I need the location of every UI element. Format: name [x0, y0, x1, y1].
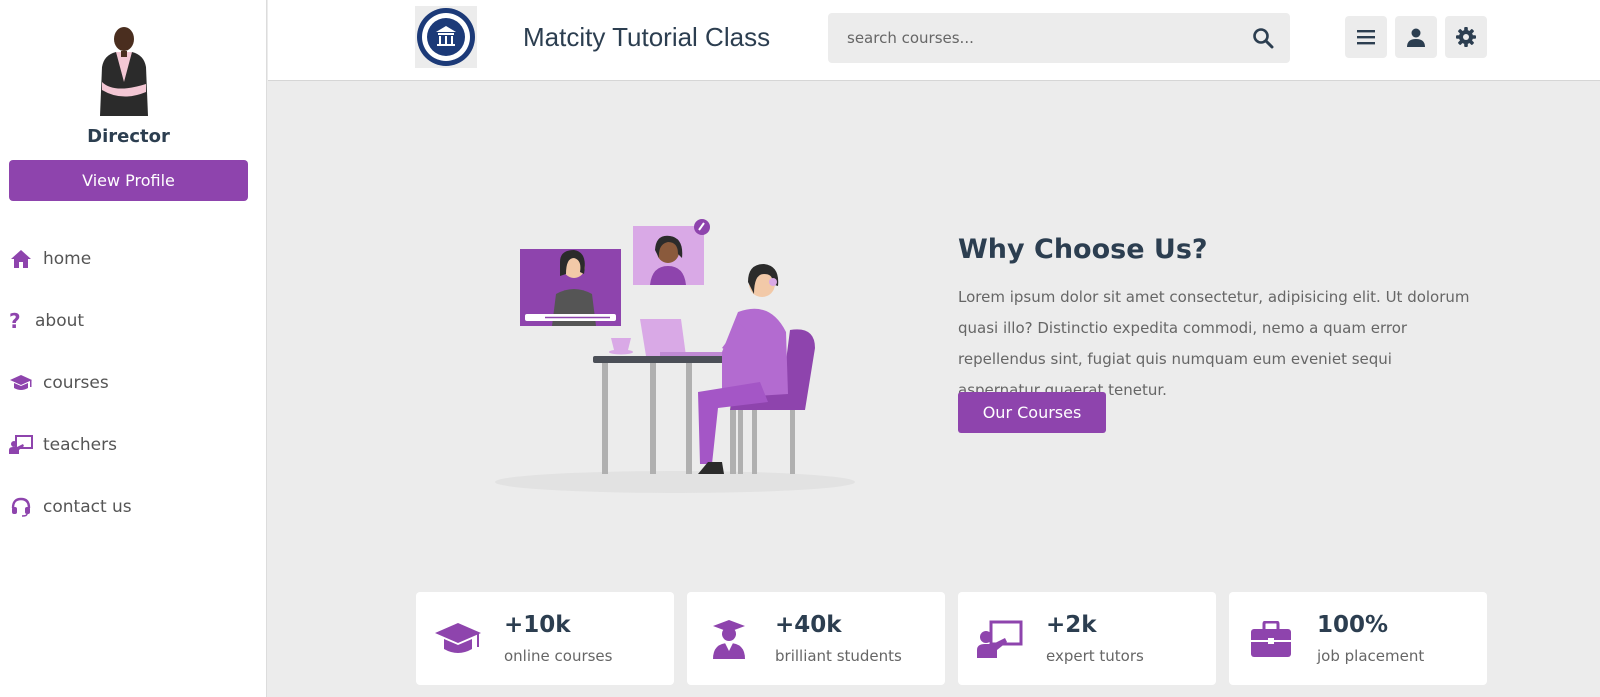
stat-value: +10k — [504, 612, 571, 638]
settings-icon — [1456, 27, 1476, 47]
stat-label: job placement — [1317, 647, 1425, 665]
view-profile-button[interactable]: View Profile — [9, 160, 248, 201]
search-icon[interactable] — [1252, 27, 1274, 49]
why-choose-us-title: Why Choose Us? — [958, 234, 1208, 265]
app-title: Matcity Tutorial Class — [523, 22, 771, 52]
menu-icon — [1357, 30, 1375, 45]
search-bar — [828, 13, 1290, 63]
stat-card-students: +40k brilliant students — [687, 592, 945, 685]
stat-label: expert tutors — [1046, 647, 1144, 665]
online-learning-illustration — [495, 219, 855, 493]
sidebar-item-label: teachers — [43, 435, 117, 455]
stat-card-placement: 100% job placement — [1229, 592, 1487, 685]
sidebar-item-teachers[interactable]: teachers — [9, 430, 117, 460]
chalkboard-teacher-icon — [975, 618, 1025, 660]
user-graduate-icon — [704, 618, 754, 660]
school-logo[interactable] — [415, 6, 477, 68]
top-header: Matcity Tutorial Class — [268, 0, 1600, 81]
sidebar: Director View Profile home ? about cours… — [0, 0, 267, 697]
sidebar-item-courses[interactable]: courses — [9, 368, 109, 398]
user-button[interactable] — [1395, 16, 1437, 58]
stat-card-tutors: +2k expert tutors — [958, 592, 1216, 685]
our-courses-button[interactable]: Our Courses — [958, 392, 1106, 433]
user-icon — [1407, 28, 1425, 47]
sidebar-item-label: home — [43, 249, 92, 269]
sidebar-item-contact[interactable]: contact us — [9, 492, 132, 522]
user-role: Director — [87, 126, 170, 147]
why-choose-us-text: Lorem ipsum dolor sit amet consectetur, … — [958, 288, 1470, 399]
stat-value: 100% — [1317, 612, 1389, 638]
sidebar-item-label: courses — [43, 373, 109, 393]
question-icon: ? — [9, 309, 21, 333]
stat-label: brilliant students — [775, 647, 902, 665]
stat-value: +2k — [1046, 612, 1097, 638]
sidebar-item-label: contact us — [43, 497, 132, 517]
headset-icon — [9, 497, 33, 517]
sidebar-item-about[interactable]: ? about — [9, 306, 84, 336]
chalkboard-teacher-icon — [9, 435, 33, 455]
graduation-cap-icon — [433, 618, 483, 660]
menu-button[interactable] — [1345, 16, 1387, 58]
stat-label: online courses — [504, 647, 613, 665]
sidebar-item-label: about — [35, 311, 85, 331]
stat-value: +40k — [775, 612, 842, 638]
home-icon — [9, 249, 33, 269]
settings-button[interactable] — [1445, 16, 1487, 58]
graduation-cap-icon — [9, 373, 33, 393]
stat-card-courses: +10k online courses — [416, 592, 674, 685]
sidebar-item-home[interactable]: home — [9, 244, 91, 274]
avatar — [100, 27, 148, 116]
briefcase-icon — [1246, 618, 1296, 660]
search-input[interactable] — [828, 13, 1228, 63]
